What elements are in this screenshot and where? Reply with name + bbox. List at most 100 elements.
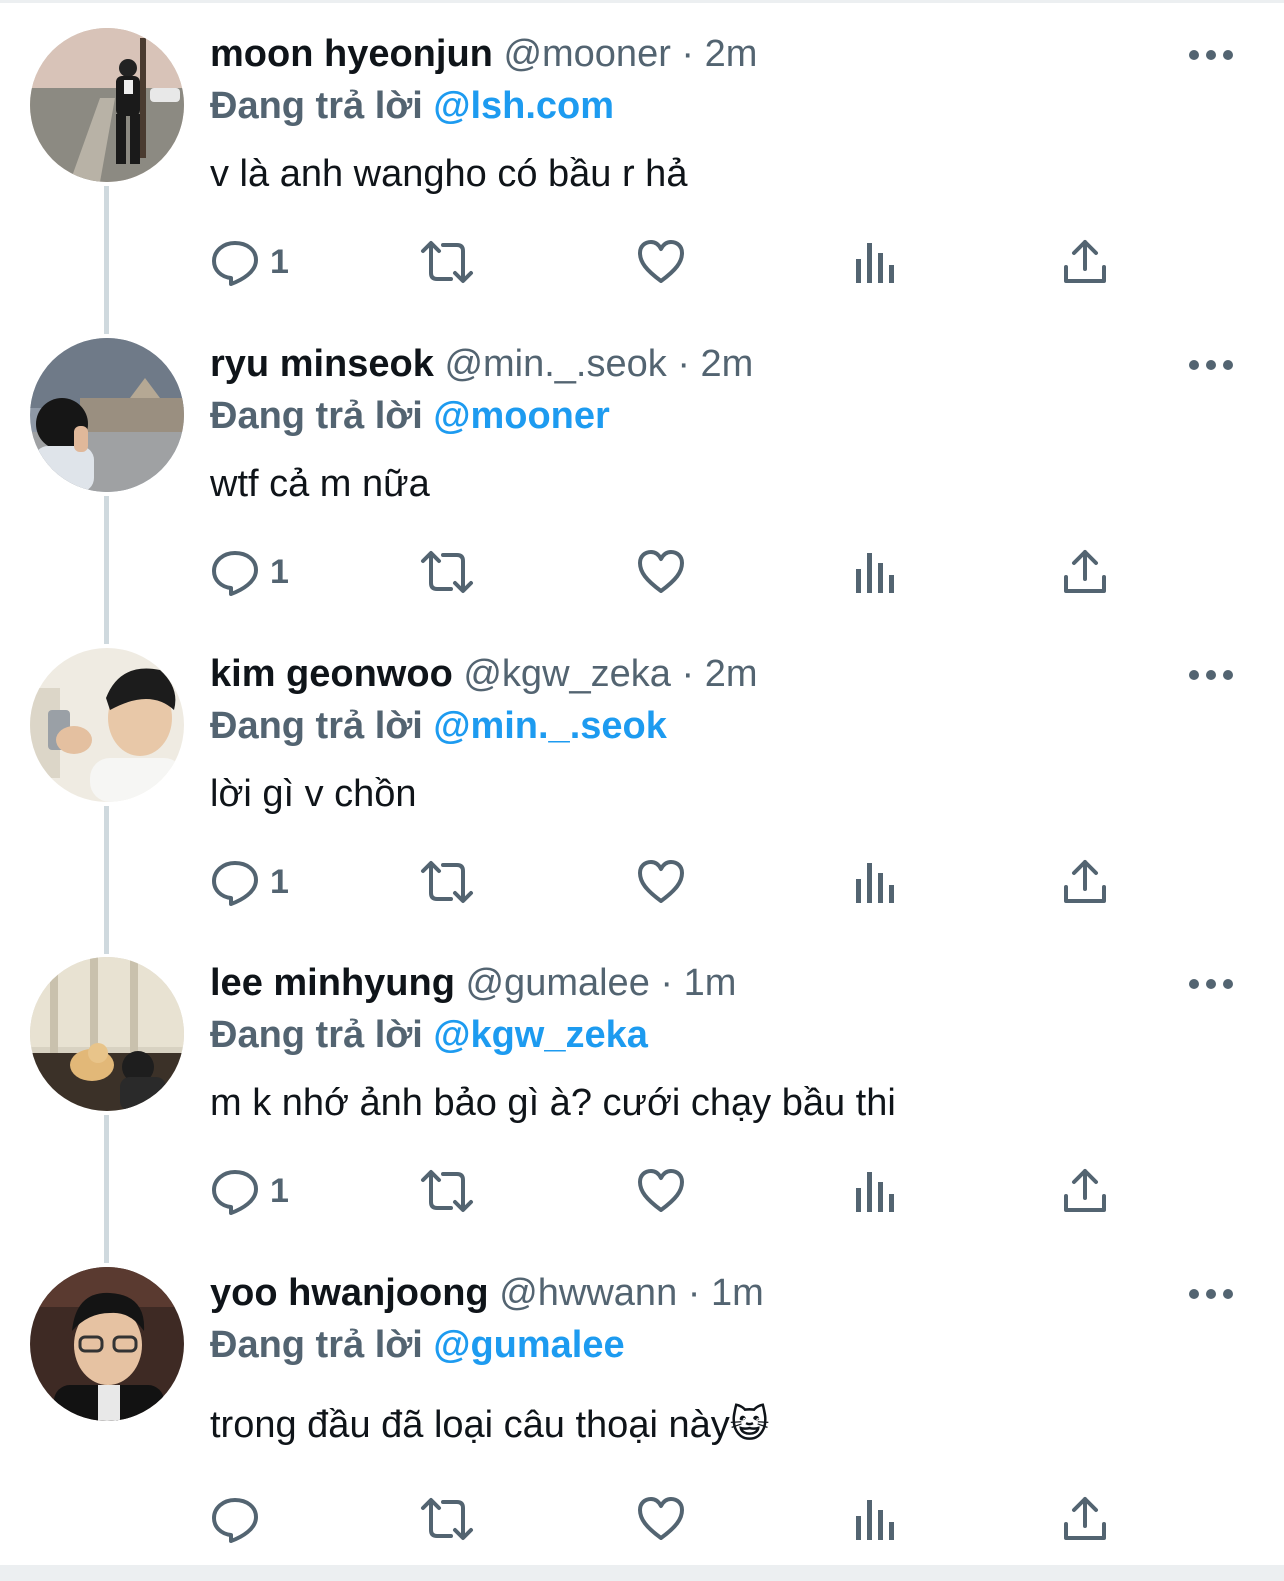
bar-chart-icon <box>852 1166 896 1216</box>
retweet-icon <box>418 237 476 287</box>
reply-button[interactable]: 1 <box>210 542 289 602</box>
tweet[interactable]: yoo hwanjoong @hwwann · 1m Đang trả lời … <box>0 1239 1284 1549</box>
speech-bubble-icon <box>210 857 260 907</box>
avatar[interactable] <box>30 648 184 802</box>
reply-prefix: Đang trả lời <box>210 1324 423 1366</box>
more-dots-icon[interactable] <box>1188 48 1234 62</box>
share-button[interactable] <box>1062 232 1108 292</box>
share-icon <box>1062 547 1108 597</box>
more-dots-icon[interactable] <box>1188 1287 1234 1301</box>
reply-to-link[interactable]: @kgw_zeka <box>433 1014 648 1056</box>
retweet-button[interactable] <box>418 232 476 292</box>
reply-context: Đang trả lời @gumalee <box>210 1321 625 1369</box>
views-button[interactable] <box>852 232 896 292</box>
retweet-button[interactable] <box>418 542 476 602</box>
reply-prefix: Đang trả lời <box>210 1014 423 1056</box>
action-bar: 1 <box>210 852 1130 912</box>
separator-dot: · <box>687 1272 701 1314</box>
like-button[interactable] <box>636 852 686 912</box>
share-icon <box>1062 1166 1108 1216</box>
tweet-text: v là anh wangho có bầu r hả <box>210 153 688 195</box>
tweet-text: wtf cả m nữa <box>210 463 430 505</box>
user-handle[interactable]: @min._.seok <box>444 343 666 385</box>
reply-to-link[interactable]: @lsh.com <box>433 85 614 127</box>
reply-count: 1 <box>270 1171 289 1210</box>
display-name[interactable]: yoo hwanjoong <box>210 1272 489 1314</box>
display-name[interactable]: lee minhyung <box>210 962 455 1004</box>
avatar[interactable] <box>30 957 184 1111</box>
bar-chart-icon <box>852 547 896 597</box>
tweet-text: m k nhớ ảnh bảo gì à? cưới chạy bầu thi <box>210 1082 896 1124</box>
heart-icon <box>636 1494 686 1544</box>
share-button[interactable] <box>1062 1161 1108 1221</box>
reply-button[interactable]: 1 <box>210 1161 289 1221</box>
timestamp[interactable]: 1m <box>684 962 737 1004</box>
reply-to-link[interactable]: @mooner <box>433 395 609 437</box>
tweet-header: kim geonwoo @kgw_zeka · 2m <box>210 650 758 698</box>
more-dots-icon[interactable] <box>1188 668 1234 682</box>
separator-dot: · <box>681 33 695 75</box>
avatar[interactable] <box>30 1267 184 1421</box>
bar-chart-icon <box>852 857 896 907</box>
reply-context: Đang trả lời @mooner <box>210 392 610 440</box>
avatar[interactable] <box>30 338 184 492</box>
display-name[interactable]: moon hyeonjun <box>210 33 493 75</box>
reply-button[interactable]: 1 <box>210 232 289 292</box>
reply-to-link[interactable]: @gumalee <box>433 1324 624 1366</box>
user-handle[interactable]: @hwwann <box>499 1272 677 1314</box>
like-button[interactable] <box>636 542 686 602</box>
share-icon <box>1062 1494 1108 1544</box>
retweet-icon <box>418 857 476 907</box>
tweet[interactable]: lee minhyung @gumalee · 1m Đang trả lời … <box>0 929 1284 1239</box>
heart-icon <box>636 237 686 287</box>
like-button[interactable] <box>636 1161 686 1221</box>
tweet[interactable]: moon hyeonjun @mooner · 2m Đang trả lời … <box>0 0 1284 310</box>
share-button[interactable] <box>1062 1489 1108 1549</box>
retweet-button[interactable] <box>418 852 476 912</box>
reply-context: Đang trả lời @kgw_zeka <box>210 1011 648 1059</box>
timestamp[interactable]: 1m <box>711 1272 764 1314</box>
action-bar: 1 <box>210 232 1130 292</box>
more-dots-icon[interactable] <box>1188 977 1234 991</box>
more-dots-icon[interactable] <box>1188 358 1234 372</box>
display-name[interactable]: ryu minseok <box>210 343 434 385</box>
tweet[interactable]: ryu minseok @min._.seok · 2m Đang trả lờ… <box>0 310 1284 620</box>
tweet-text: lời gì v chồn <box>210 773 417 815</box>
separator-dot: · <box>681 653 695 695</box>
reply-prefix: Đang trả lời <box>210 705 423 747</box>
action-bar <box>210 1489 1130 1549</box>
user-handle[interactable]: @gumalee <box>465 962 649 1004</box>
reply-context: Đang trả lời @min._.seok <box>210 702 667 750</box>
tweet-header: moon hyeonjun @mooner · 2m <box>210 30 757 78</box>
tweet-header: yoo hwanjoong @hwwann · 1m <box>210 1269 764 1317</box>
bottom-divider <box>0 1565 1284 1581</box>
avatar[interactable] <box>30 28 184 182</box>
views-button[interactable] <box>852 852 896 912</box>
retweet-button[interactable] <box>418 1161 476 1221</box>
like-button[interactable] <box>636 1489 686 1549</box>
reply-to-link[interactable]: @min._.seok <box>433 705 666 747</box>
views-button[interactable] <box>852 542 896 602</box>
views-button[interactable] <box>852 1489 896 1549</box>
retweet-button[interactable] <box>418 1489 476 1549</box>
timestamp[interactable]: 2m <box>701 343 754 385</box>
reply-button[interactable]: 1 <box>210 852 289 912</box>
speech-bubble-icon <box>210 1166 260 1216</box>
display-name[interactable]: kim geonwoo <box>210 653 453 695</box>
share-button[interactable] <box>1062 852 1108 912</box>
tweet-header: ryu minseok @min._.seok · 2m <box>210 340 753 388</box>
tweet-text: trong đầu đã loại câu thoại này😺 <box>210 1404 770 1446</box>
share-icon <box>1062 237 1108 287</box>
views-button[interactable] <box>852 1161 896 1221</box>
reply-count: 1 <box>270 242 289 281</box>
timestamp[interactable]: 2m <box>705 653 758 695</box>
tweet[interactable]: kim geonwoo @kgw_zeka · 2m Đang trả lời … <box>0 620 1284 930</box>
like-button[interactable] <box>636 232 686 292</box>
heart-icon <box>636 547 686 597</box>
reply-button[interactable] <box>210 1489 270 1549</box>
user-handle[interactable]: @mooner <box>503 33 670 75</box>
user-handle[interactable]: @kgw_zeka <box>463 653 671 695</box>
share-button[interactable] <box>1062 542 1108 602</box>
timestamp[interactable]: 2m <box>705 33 758 75</box>
retweet-icon <box>418 1166 476 1216</box>
